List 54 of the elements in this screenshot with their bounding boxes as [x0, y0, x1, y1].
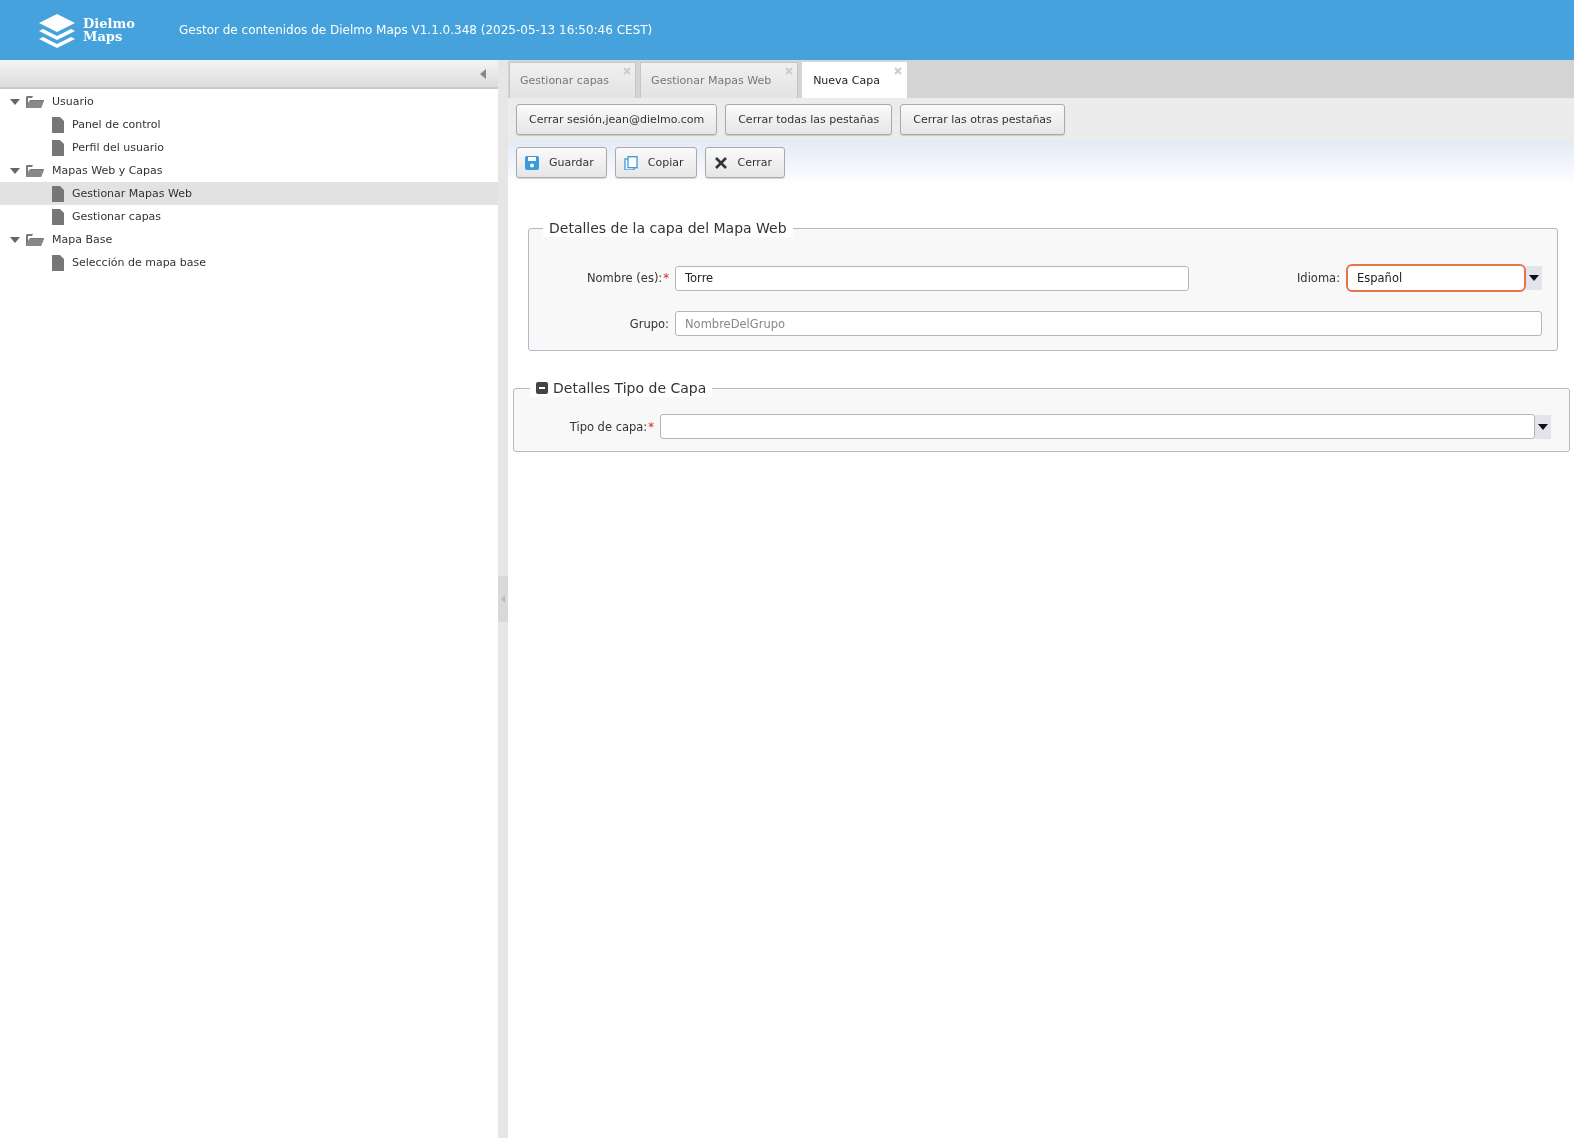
field-label: Grupo: — [628, 316, 670, 331]
app-title: Gestor de contenidos de Dielmo Maps V1.1.0.348 (2025-05-13 16:50:46 CEST) — [179, 23, 653, 37]
collapse-icon[interactable] — [536, 382, 548, 394]
copy-icon — [623, 155, 638, 170]
file-icon — [52, 116, 64, 133]
field-label: Tipo de capa:* — [568, 419, 655, 434]
splitter-bar[interactable] — [498, 60, 508, 1138]
tree-item[interactable]: Panel de control — [0, 113, 498, 136]
close-button[interactable]: Cerrar — [704, 147, 786, 178]
layers-logo-icon — [37, 12, 77, 48]
file-icon — [52, 185, 64, 202]
select-field[interactable] — [660, 414, 1535, 439]
folder-icon — [26, 163, 44, 178]
tab[interactable]: Gestionar Mapas Web — [640, 62, 799, 98]
toolbar-button[interactable]: Cerrar sesión,jean@dielmo.com — [516, 103, 718, 135]
tree-item[interactable]: Usuario — [0, 90, 498, 113]
logo-text: Dielmo Maps — [83, 17, 135, 43]
caret-down-icon — [1538, 423, 1548, 430]
file-icon — [52, 139, 64, 156]
close-icon[interactable] — [894, 67, 902, 75]
toolbar-button[interactable]: Cerrar todas las pestañas — [725, 103, 893, 135]
tab[interactable]: Nueva Capa — [802, 62, 907, 98]
toolbar-button[interactable]: Cerrar las otras pestañas — [900, 103, 1065, 135]
close-icon[interactable] — [785, 67, 794, 75]
field-label: Nombre (es):* — [586, 271, 670, 285]
tree-item[interactable]: Gestionar capas — [0, 205, 498, 228]
tree-item[interactable]: Perfil del usuario — [0, 136, 498, 159]
input-field[interactable]: NombreDelGrupo — [675, 311, 1542, 336]
tree-item[interactable]: Mapa Base — [0, 228, 498, 251]
tree-item[interactable]: Selección de mapa base — [0, 251, 498, 274]
required-mark: * — [663, 271, 669, 285]
collapse-button[interactable] — [478, 66, 488, 81]
file-icon — [52, 254, 64, 271]
close-icon[interactable] — [623, 67, 632, 75]
save-icon — [525, 155, 539, 170]
tab[interactable]: Gestionar capas — [509, 62, 637, 98]
tree-item[interactable]: Gestionar Mapas Web — [0, 182, 498, 205]
file-icon — [52, 208, 64, 225]
select-field[interactable]: Español — [1346, 264, 1526, 292]
tree-item[interactable]: Mapas Web y Capas — [0, 159, 498, 182]
copy-button[interactable]: Copiar — [614, 147, 697, 178]
dropdown-button[interactable] — [1535, 414, 1551, 439]
field-label: Idioma: — [1296, 271, 1341, 285]
save-button[interactable]: Guardar — [516, 147, 607, 178]
input-field[interactable]: Torre — [675, 265, 1189, 291]
folder-icon — [26, 232, 44, 247]
section-title: Detalles de la capa del Mapa Web — [549, 220, 787, 236]
triangle-left-icon — [480, 68, 486, 79]
dropdown-button[interactable] — [1526, 266, 1542, 290]
folder-icon — [26, 94, 44, 109]
section-title: Detalles Tipo de Capa — [553, 380, 707, 396]
required-mark: * — [648, 419, 654, 434]
caret-down-icon — [1529, 275, 1539, 281]
close-icon — [713, 155, 728, 170]
